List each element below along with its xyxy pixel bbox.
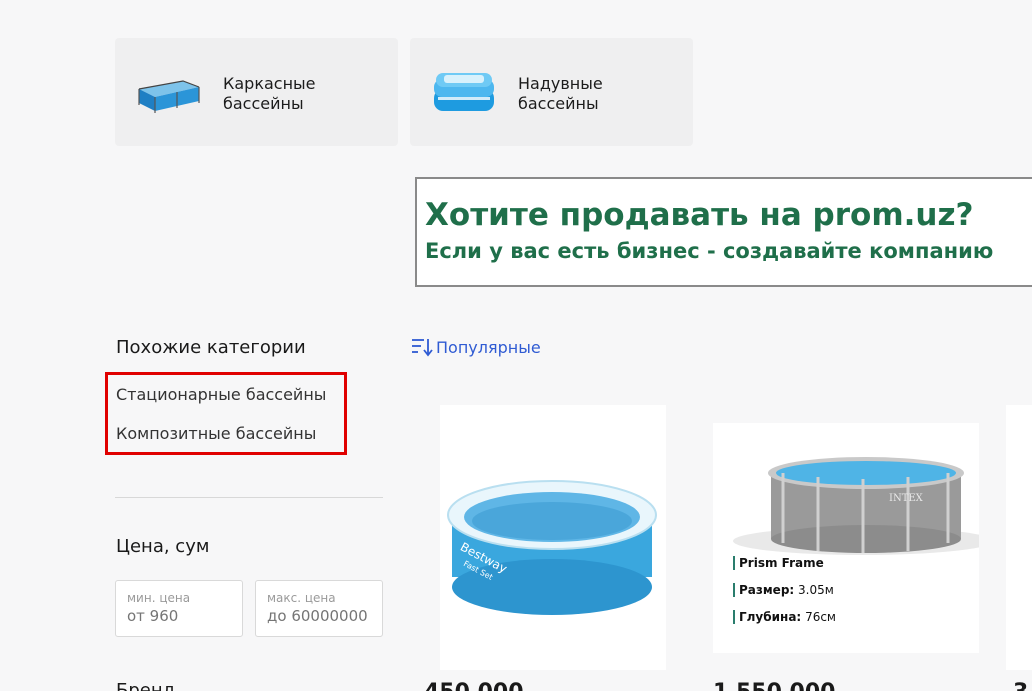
brand-filter-title: Бренд: [116, 680, 176, 691]
svg-text:INTEX: INTEX: [889, 493, 924, 504]
banner-headline: Хотите продавать на prom.uz?: [425, 197, 974, 233]
price-max-input[interactable]: [267, 607, 382, 625]
sell-on-prom-banner[interactable]: Хотите продавать на prom.uz? Если у вас …: [415, 177, 1032, 287]
price-min-field[interactable]: мин. цена: [115, 580, 243, 637]
similar-category-link[interactable]: Композитные бассейны: [116, 424, 316, 443]
price-min-input[interactable]: [127, 607, 242, 625]
product-price: 1 550 000: [713, 680, 835, 691]
spec-size-value: 3.05м: [798, 583, 834, 597]
product-price: 450 000: [424, 680, 524, 691]
price-max-caption: макс. цена: [267, 591, 336, 605]
category-label: Каркасные бассейны: [223, 74, 316, 113]
price-filter-title: Цена, сум: [116, 536, 210, 557]
product-price: 3: [1013, 680, 1028, 691]
sort-icon: [412, 339, 433, 357]
price-min-caption: мин. цена: [127, 591, 191, 605]
similar-category-link[interactable]: Стационарные бассейны: [116, 385, 326, 404]
banner-subline: Если у вас есть бизнес - создавайте комп…: [425, 239, 994, 263]
sort-button[interactable]: Популярные: [411, 337, 541, 357]
inflatable-pool-image: [434, 73, 494, 111]
spec-depth: Глубина: 76см: [733, 610, 836, 624]
sort-label: Популярные: [436, 337, 541, 357]
price-max-field[interactable]: макс. цена: [255, 580, 383, 637]
product-card[interactable]: Bestway Fast Set: [440, 405, 666, 670]
product-card[interactable]: INTEX Prism Frame Размер: 3.05м Глубина:…: [713, 423, 979, 653]
similar-categories-title: Похожие категории: [116, 337, 306, 358]
category-card-frame-pools[interactable]: Каркасные бассейны: [115, 38, 398, 146]
intex-pool-image: INTEX: [733, 457, 979, 555]
category-label: Надувные бассейны: [518, 74, 603, 113]
spec-size: Размер: 3.05м: [733, 583, 834, 597]
product-card[interactable]: [1006, 405, 1032, 670]
spec-depth-value: 76см: [805, 610, 836, 624]
bestway-pool-image: Bestway Fast Set: [447, 480, 657, 615]
frame-pool-image: [138, 80, 200, 113]
spec-depth-label: Глубина:: [739, 610, 802, 624]
sidebar-divider: [115, 497, 383, 498]
category-card-inflatable-pools[interactable]: Надувные бассейны: [410, 38, 693, 146]
spec-size-label: Размер:: [739, 583, 795, 597]
spec-model: Prism Frame: [733, 556, 824, 570]
